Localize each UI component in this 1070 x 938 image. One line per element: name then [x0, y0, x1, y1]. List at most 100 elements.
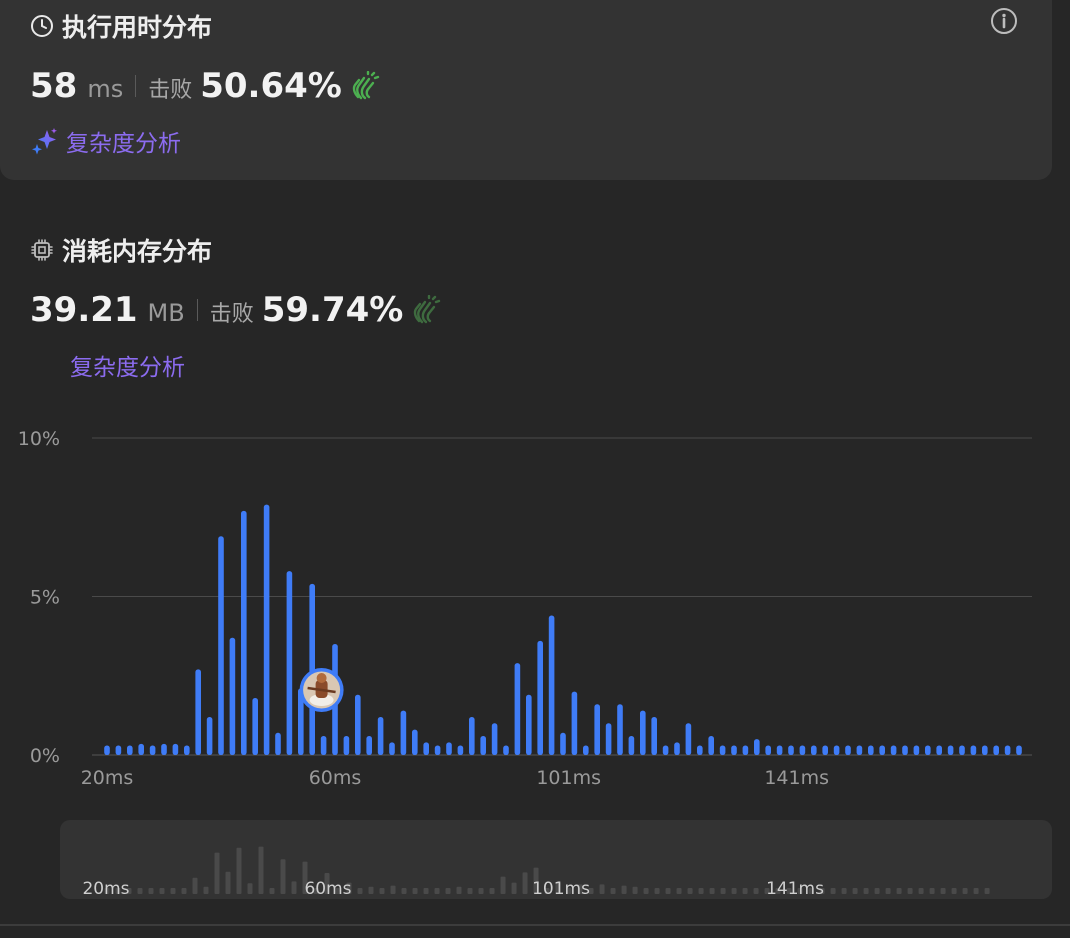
- bar[interactable]: [241, 510, 247, 755]
- bar[interactable]: [788, 745, 794, 755]
- bar[interactable]: [833, 745, 840, 755]
- bar[interactable]: [320, 735, 327, 755]
- bar[interactable]: [708, 735, 714, 755]
- page: 执行用时分布 58 ms 击败 50.64% 复杂度分析 消耗内存分布 39.2…: [0, 0, 1070, 938]
- bar[interactable]: [617, 704, 623, 755]
- bar[interactable]: [811, 745, 817, 755]
- bar[interactable]: [902, 745, 908, 755]
- bar[interactable]: [685, 723, 692, 755]
- bar[interactable]: [982, 745, 988, 755]
- mini-bar: [940, 888, 946, 894]
- mini-bar: [720, 888, 726, 894]
- runtime-analysis-link[interactable]: 复杂度分析: [30, 124, 181, 158]
- bar[interactable]: [389, 742, 395, 755]
- bar[interactable]: [1016, 745, 1022, 755]
- bar[interactable]: [799, 745, 806, 755]
- bar[interactable]: [184, 745, 190, 755]
- mini-bar: [874, 888, 880, 894]
- mini-bar: [291, 881, 297, 894]
- bar[interactable]: [104, 745, 110, 755]
- bar[interactable]: [423, 742, 429, 755]
- bar[interactable]: [628, 735, 635, 755]
- bar[interactable]: [218, 536, 224, 755]
- bar[interactable]: [537, 640, 543, 755]
- bar[interactable]: [206, 716, 213, 755]
- bar[interactable]: [263, 504, 270, 755]
- bar[interactable]: [959, 745, 965, 755]
- bar[interactable]: [457, 745, 464, 755]
- bar[interactable]: [229, 637, 236, 755]
- bar[interactable]: [594, 704, 600, 755]
- bar[interactable]: [127, 745, 133, 755]
- bar[interactable]: [252, 697, 258, 755]
- bar[interactable]: [571, 691, 578, 755]
- mini-bar: [412, 888, 418, 894]
- bar[interactable]: [161, 743, 167, 755]
- bar[interactable]: [868, 745, 874, 755]
- mini-bar: [951, 888, 957, 894]
- bar[interactable]: [970, 745, 977, 755]
- bar[interactable]: [640, 710, 646, 755]
- bar[interactable]: [742, 745, 749, 755]
- bottom-divider: [0, 924, 1070, 926]
- overview-scrubber[interactable]: 20ms 60ms 101ms 141ms: [60, 820, 1052, 899]
- mini-chart-svg: 20ms 60ms 101ms 141ms: [82, 846, 990, 899]
- info-icon[interactable]: [990, 7, 1018, 35]
- bar[interactable]: [697, 745, 703, 755]
- bar[interactable]: [754, 739, 760, 755]
- bar[interactable]: [947, 745, 954, 755]
- runtime-title-text: 执行用时分布: [62, 13, 213, 42]
- bar[interactable]: [993, 745, 999, 755]
- bar[interactable]: [412, 729, 418, 755]
- mini-bar: [445, 888, 451, 894]
- mini-bar: [489, 888, 495, 894]
- bar[interactable]: [662, 745, 669, 755]
- bar[interactable]: [480, 735, 486, 755]
- bar[interactable]: [366, 735, 372, 755]
- bar[interactable]: [446, 742, 452, 755]
- bar[interactable]: [936, 745, 942, 755]
- mini-bar: [203, 886, 209, 894]
- bar[interactable]: [822, 745, 828, 755]
- bar[interactable]: [890, 745, 897, 755]
- bar[interactable]: [355, 694, 361, 755]
- bar[interactable]: [491, 723, 498, 755]
- mini-bar: [863, 888, 869, 894]
- bar[interactable]: [765, 745, 771, 755]
- bar[interactable]: [925, 745, 931, 755]
- bar[interactable]: [275, 732, 281, 755]
- bar[interactable]: [343, 735, 350, 755]
- bar[interactable]: [1004, 745, 1011, 755]
- bar[interactable]: [674, 742, 680, 755]
- bar[interactable]: [719, 745, 726, 755]
- memory-title: 消耗内存分布: [30, 232, 212, 268]
- mini-x-tick-label: 60ms: [304, 879, 351, 899]
- bar[interactable]: [149, 745, 156, 755]
- bar[interactable]: [548, 615, 555, 755]
- bar[interactable]: [856, 745, 863, 755]
- bar[interactable]: [526, 694, 532, 755]
- bar[interactable]: [845, 745, 851, 755]
- bar[interactable]: [913, 745, 920, 755]
- bar[interactable]: [879, 745, 885, 755]
- bar[interactable]: [651, 716, 657, 755]
- bar[interactable]: [286, 571, 293, 755]
- bar[interactable]: [776, 745, 783, 755]
- bar[interactable]: [514, 663, 521, 755]
- bar[interactable]: [560, 732, 566, 755]
- bar[interactable]: [195, 669, 201, 755]
- runtime-value: 58: [30, 66, 78, 106]
- bar[interactable]: [434, 745, 441, 755]
- bar[interactable]: [115, 745, 122, 755]
- bar[interactable]: [377, 716, 384, 755]
- bar[interactable]: [583, 745, 589, 755]
- bar[interactable]: [138, 743, 144, 755]
- bar[interactable]: [605, 723, 612, 755]
- bar[interactable]: [503, 745, 509, 755]
- memory-analysis-link[interactable]: 复杂度分析: [70, 348, 185, 382]
- bar[interactable]: [400, 710, 407, 755]
- bar[interactable]: [172, 743, 179, 755]
- bar[interactable]: [731, 745, 737, 755]
- bar[interactable]: [469, 716, 475, 755]
- mini-x-tick-label: 141ms: [766, 879, 824, 899]
